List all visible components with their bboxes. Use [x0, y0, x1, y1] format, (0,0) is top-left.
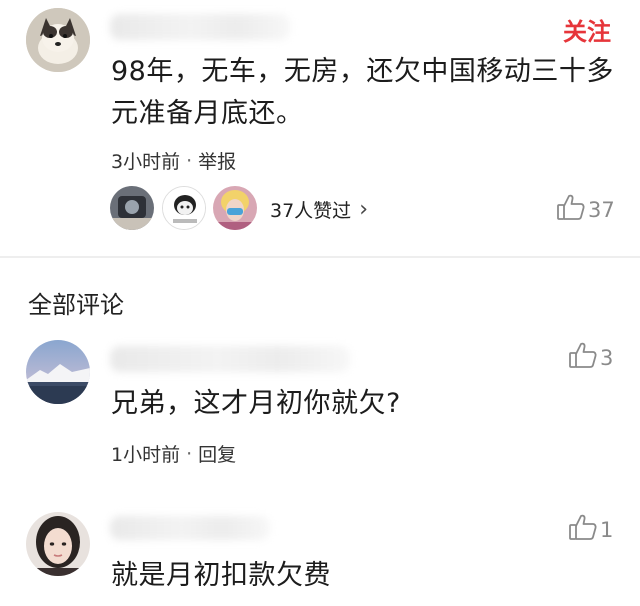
comment-like-button[interactable]: 1: [568, 512, 613, 547]
liker-avatar[interactable]: [162, 186, 206, 230]
post-like-count: 37: [588, 197, 615, 222]
likers-count-text[interactable]: 37人赞过 ›: [270, 196, 368, 223]
thumbs-up-icon: [568, 340, 600, 375]
comment-like-button[interactable]: 3: [568, 340, 613, 375]
reply-link[interactable]: 回复: [198, 440, 236, 467]
comment-text: 兄弟，这才月初你就欠?: [111, 388, 401, 419]
thumbs-up-icon: [556, 192, 588, 227]
commenter-avatar[interactable]: [26, 512, 90, 576]
section-title: 全部评论: [28, 291, 124, 319]
comment-time: 1小时前: [111, 444, 181, 466]
section-divider: [0, 256, 640, 258]
post-time: 3小时前: [111, 151, 181, 173]
commenter-name-blurred[interactable]: [110, 346, 350, 372]
follow-button[interactable]: 关注: [563, 12, 611, 47]
meta-separator: ·: [186, 149, 193, 172]
meta-separator: ·: [186, 442, 193, 465]
comment-like-count: 3: [600, 345, 614, 370]
commenter-name-blurred[interactable]: [110, 516, 270, 540]
comment-meta: 1小时前 · 回复: [111, 440, 236, 467]
post-text-line1: 98年，无车，无房，还欠中国移动三十多: [111, 56, 614, 87]
author-avatar[interactable]: [26, 8, 90, 72]
post-like-button[interactable]: 37: [556, 192, 615, 227]
author-name-blurred[interactable]: [110, 14, 290, 40]
post-meta: 3小时前 · 举报: [111, 147, 236, 174]
chevron-right-icon: ›: [359, 197, 368, 222]
likers-text: 37人赞过: [270, 200, 352, 222]
comment-text: 就是月初扣款欠费: [111, 560, 331, 591]
liker-avatar[interactable]: [213, 186, 257, 230]
thumbs-up-icon: [568, 512, 600, 547]
commenter-avatar[interactable]: [26, 340, 90, 404]
report-link[interactable]: 举报: [198, 147, 236, 174]
comment-like-count: 1: [600, 517, 614, 542]
liker-avatar[interactable]: [110, 186, 154, 230]
post-text-line2: 元准备月底还。: [111, 98, 304, 129]
